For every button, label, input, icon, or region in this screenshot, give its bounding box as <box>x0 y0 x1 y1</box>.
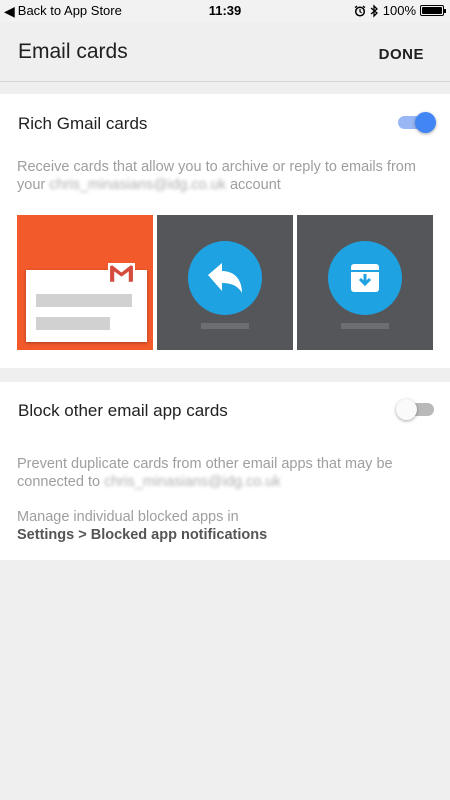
rich-gmail-cards-toggle[interactable] <box>396 111 436 133</box>
reply-card-preview <box>157 215 293 350</box>
archive-card-preview <box>297 215 433 350</box>
blurred-email: chris_minasians@idg.co.uk <box>49 177 226 193</box>
status-icons: 100% <box>354 3 446 18</box>
block-other-cards-label: Block other email app cards <box>18 401 228 420</box>
manage-blocked-apps-hint: Manage individual blocked apps in Settin… <box>17 509 268 543</box>
app-bar: Email cards DONE <box>0 22 450 82</box>
alarm-icon <box>354 4 366 17</box>
page-title: Email cards <box>18 40 128 63</box>
block-other-cards-description: Prevent duplicate cards from other email… <box>17 456 393 490</box>
battery-percent: 100% <box>382 3 416 18</box>
blocked-app-notifications-link[interactable]: Settings > Blocked app notifications <box>17 527 267 543</box>
bluetooth-icon <box>370 3 378 18</box>
card-previews <box>17 215 433 350</box>
rich-gmail-cards-description: Receive cards that allow you to archive … <box>17 159 416 193</box>
block-other-cards-toggle[interactable] <box>396 398 436 420</box>
blurred-email: chris_minasians@idg.co.uk <box>104 474 281 490</box>
battery-icon <box>420 5 446 16</box>
status-bar: ◀ Back to App Store 11:39 100% <box>0 0 450 22</box>
gmail-logo-icon <box>108 263 135 284</box>
rich-gmail-cards-label: Rich Gmail cards <box>18 114 148 133</box>
done-button[interactable]: DONE <box>379 46 424 63</box>
archive-card-caption-bar <box>341 323 389 329</box>
rich-gmail-cards-section: Rich Gmail cards Receive cards that allo… <box>0 94 450 368</box>
archive-icon <box>328 241 402 315</box>
reply-icon <box>188 241 262 315</box>
gmail-card-preview <box>17 215 153 350</box>
block-other-cards-section: Block other email app cards Prevent dupl… <box>0 382 450 560</box>
reply-card-caption-bar <box>201 323 249 329</box>
